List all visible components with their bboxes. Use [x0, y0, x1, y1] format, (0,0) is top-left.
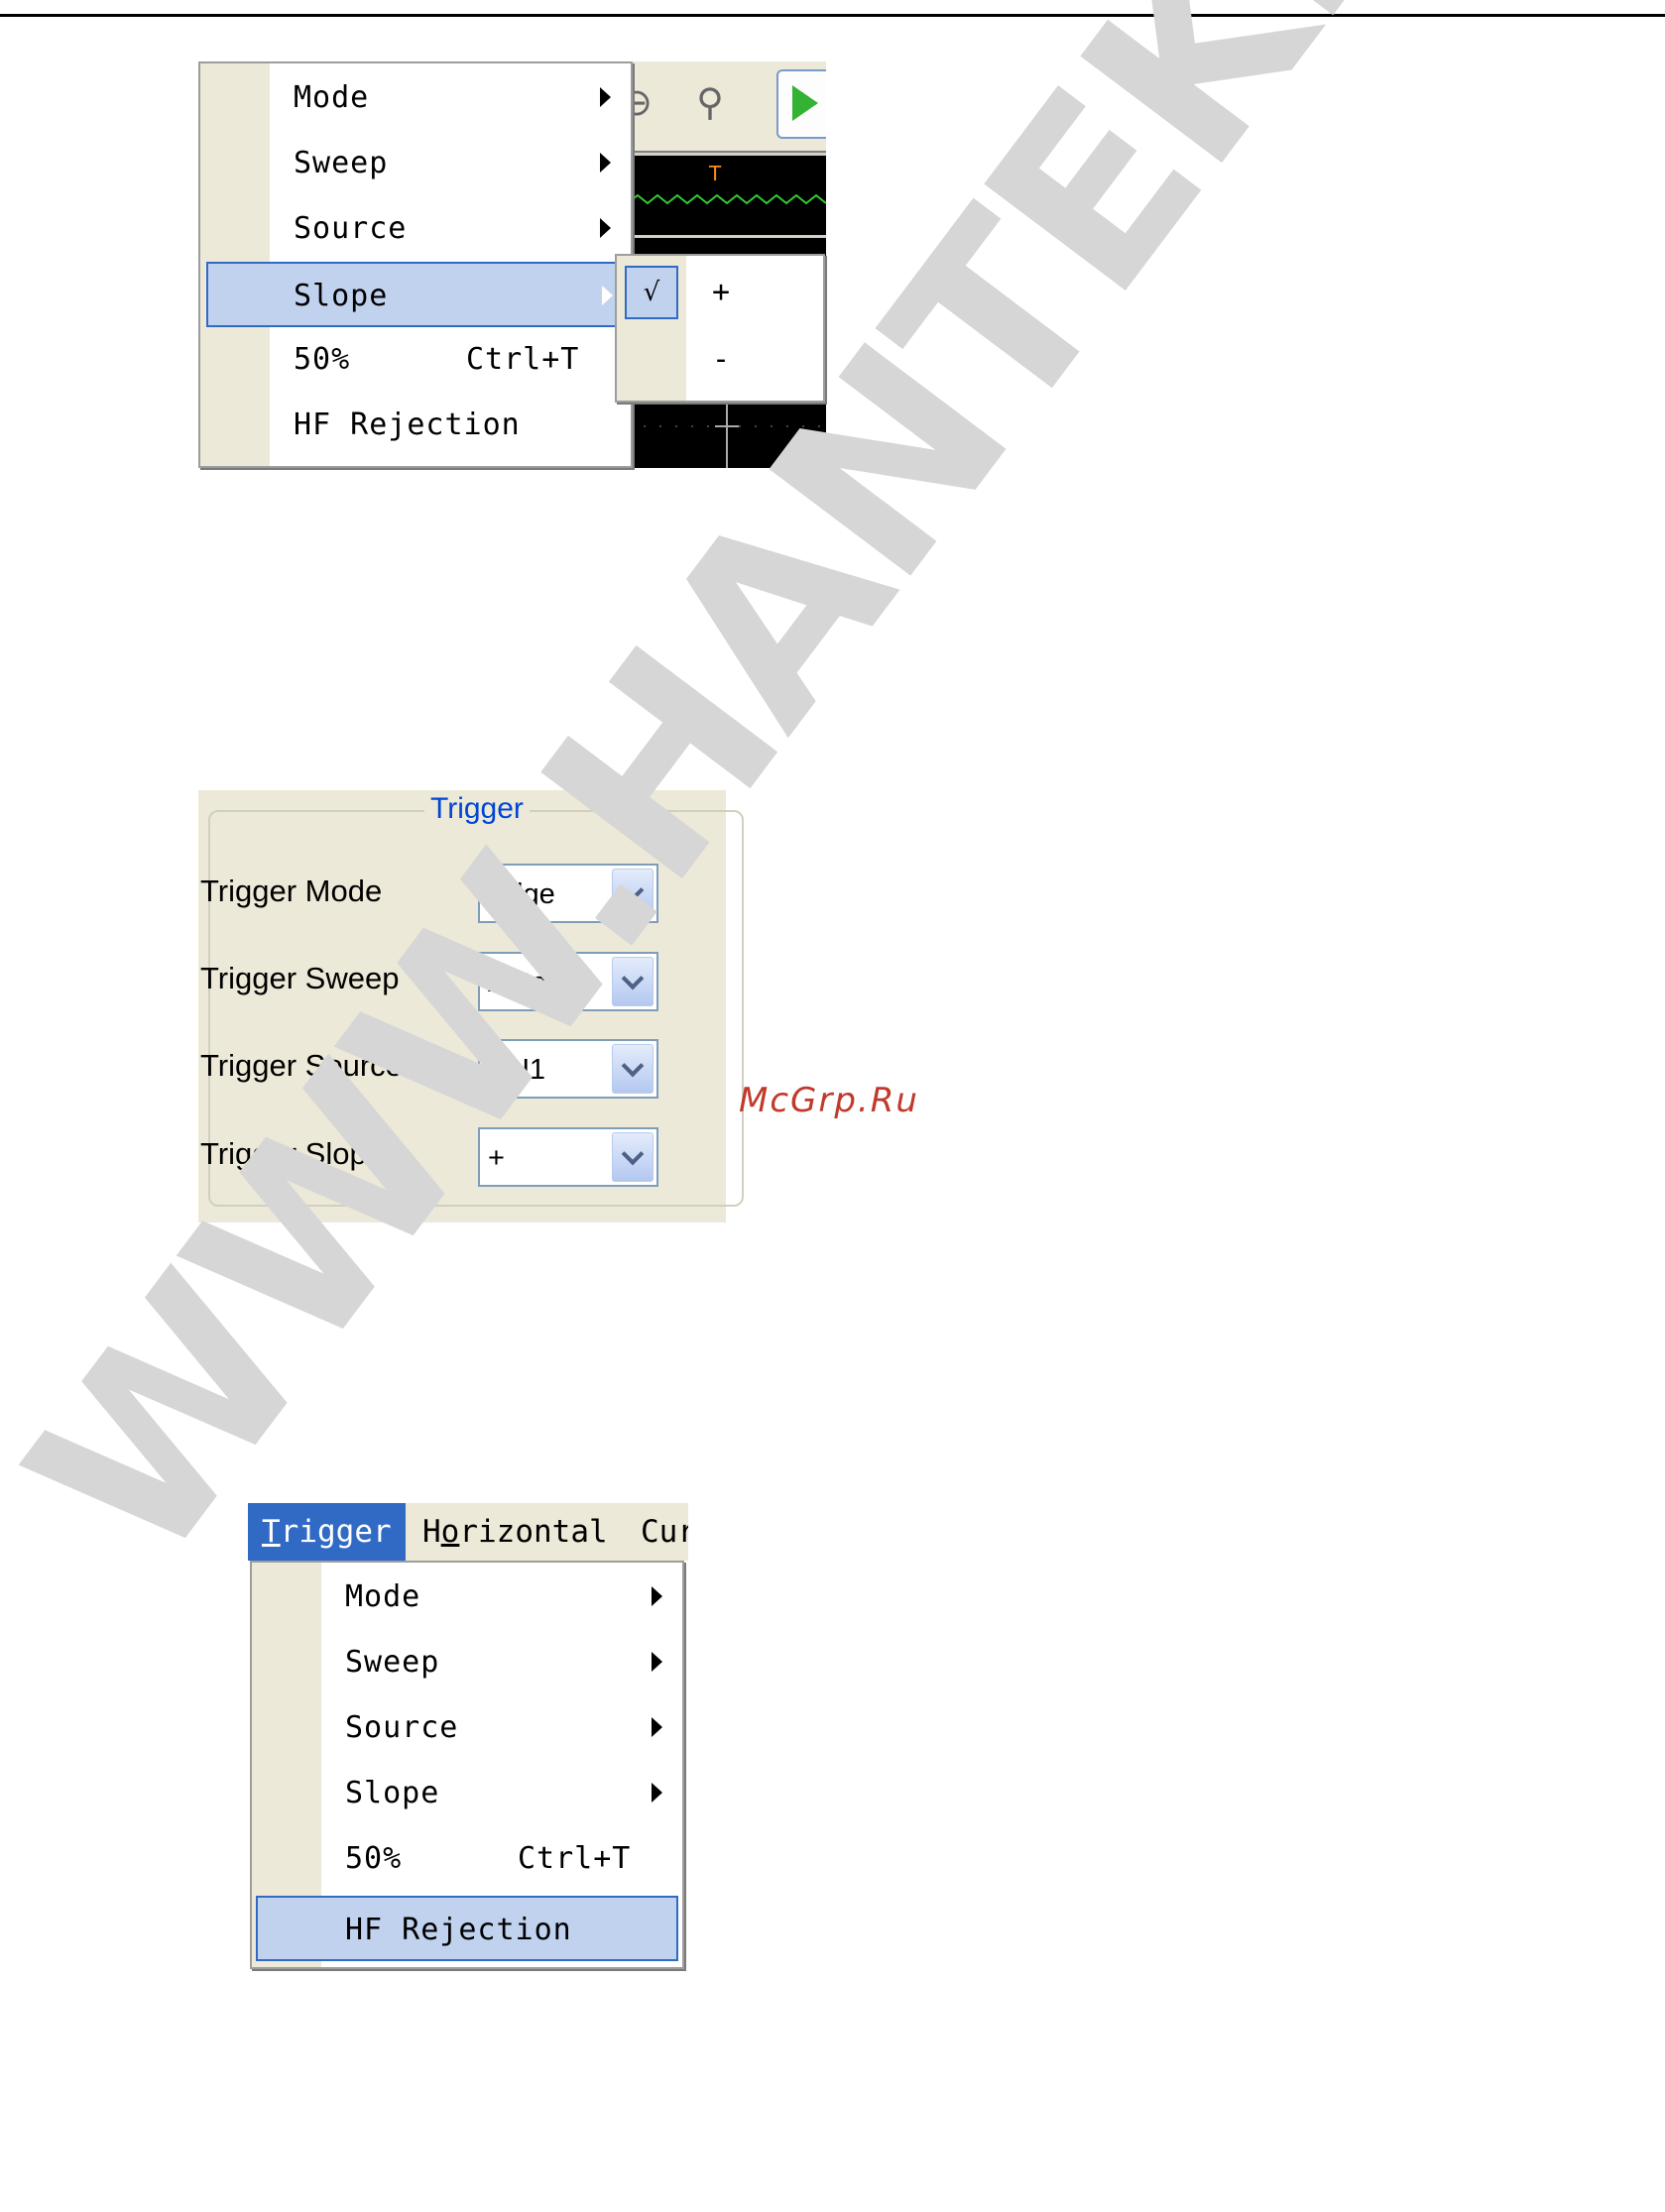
- menu-item-source[interactable]: Source: [252, 1695, 682, 1761]
- menubar-label: rizontal: [459, 1514, 608, 1550]
- menu-item-50-percent[interactable]: 50% Ctrl+T: [200, 327, 631, 393]
- menubar-label: H: [422, 1514, 441, 1550]
- menu-item-shortcut: Ctrl+T: [466, 342, 580, 377]
- submenu-arrow-icon: [602, 286, 613, 305]
- submenu-arrow-icon: [652, 1652, 662, 1672]
- chevron-down-icon: [621, 1054, 645, 1078]
- trigger-menu-slope: Mode Sweep Source Slope 50% Ctrl+T HF Re…: [198, 61, 635, 468]
- menu-item-label: Mode: [345, 1579, 421, 1614]
- submenu-arrow-icon: [652, 1783, 662, 1803]
- mnemonic: o: [440, 1514, 460, 1550]
- menu-item-label: 50%: [294, 342, 351, 377]
- menu-item-hf-rejection[interactable]: HF Rejection: [200, 393, 631, 458]
- menu-item-label: Sweep: [345, 1645, 440, 1680]
- submenu-arrow-icon: [600, 87, 611, 107]
- slope-submenu: √ + -: [615, 254, 825, 403]
- submenu-arrow-icon: [600, 153, 611, 173]
- chevron-down-icon: [621, 1142, 645, 1166]
- toolbar-row: ⊖ ⚲: [628, 61, 826, 153]
- zoom-in-icon[interactable]: ⚲: [687, 79, 733, 125]
- chevron-down-icon: [621, 967, 645, 990]
- check-mark-icon: √: [625, 266, 678, 319]
- trigger-sweep-label: Trigger Sweep: [200, 961, 400, 995]
- menu-item-mode[interactable]: Mode: [200, 65, 631, 131]
- submenu-arrow-icon: [652, 1717, 662, 1737]
- select-value: CH1: [488, 1054, 546, 1086]
- select-value: Auto: [488, 967, 547, 998]
- select-value: +: [488, 1142, 505, 1174]
- trigger-slope-label: Trigger Slope: [200, 1136, 384, 1171]
- submenu-item-label: -: [712, 342, 731, 377]
- menubar-horizontal[interactable]: Horizontal: [409, 1503, 622, 1561]
- menu-item-label: Slope: [345, 1776, 440, 1810]
- menu-item-label: HF Rejection: [294, 407, 521, 442]
- menubar-cursor[interactable]: Cur: [627, 1503, 688, 1561]
- menu-item-hf-rejection[interactable]: HF Rejection: [256, 1896, 678, 1961]
- menu-item-label: Sweep: [294, 146, 389, 180]
- trigger-source-select[interactable]: CH1: [478, 1039, 658, 1099]
- trigger-group-panel: Trigger Trigger Mode Edge Trigger Sweep …: [198, 790, 744, 1222]
- trigger-menu-hf: Mode Sweep Source Slope 50% Ctrl+T HF Re…: [250, 1561, 684, 1969]
- run-button[interactable]: [776, 69, 826, 139]
- trigger-mode-select[interactable]: Edge: [478, 864, 658, 923]
- page-top-rule: [0, 14, 1665, 17]
- select-value: Edge: [488, 878, 555, 910]
- menubar-trigger[interactable]: Trigger: [248, 1503, 406, 1561]
- trigger-source-label: Trigger Source: [200, 1048, 403, 1083]
- menu-item-label: Slope: [294, 279, 389, 313]
- group-title: Trigger: [424, 790, 530, 828]
- waveform-trace: [628, 193, 826, 205]
- menu-item-label: Mode: [294, 80, 370, 115]
- menu-item-sweep[interactable]: Sweep: [252, 1630, 682, 1695]
- trigger-sweep-select[interactable]: Auto: [478, 952, 658, 1011]
- slope-option-plus[interactable]: √ +: [617, 260, 823, 325]
- slope-option-minus[interactable]: -: [617, 327, 823, 393]
- dropdown-button[interactable]: [612, 1132, 654, 1182]
- menu-item-sweep[interactable]: Sweep: [200, 131, 631, 196]
- menu-bar: Trigger Horizontal Cur: [248, 1503, 688, 1561]
- menu-item-label: HF Rejection: [345, 1913, 572, 1947]
- dropdown-button[interactable]: [612, 869, 654, 918]
- menu-item-shortcut: Ctrl+T: [518, 1841, 632, 1876]
- scope-trigger-strip: T: [628, 156, 826, 235]
- trigger-slope-select[interactable]: +: [478, 1127, 658, 1187]
- submenu-arrow-icon: [652, 1586, 662, 1606]
- menu-item-label: Source: [345, 1710, 459, 1745]
- menu-item-label: Source: [294, 211, 408, 246]
- chevron-down-icon: [621, 878, 645, 902]
- menu-item-mode[interactable]: Mode: [252, 1565, 682, 1630]
- menubar-label: rigger: [280, 1514, 392, 1550]
- submenu-item-label: +: [712, 275, 731, 309]
- dropdown-button[interactable]: [612, 957, 654, 1006]
- menubar-label: Cur: [641, 1514, 688, 1550]
- dropdown-button[interactable]: [612, 1044, 654, 1094]
- menu-item-label: 50%: [345, 1841, 403, 1876]
- play-icon: [792, 85, 818, 121]
- menu-item-source[interactable]: Source: [200, 196, 631, 262]
- site-watermark: McGrp.Ru: [739, 1081, 919, 1120]
- submenu-arrow-icon: [600, 218, 611, 238]
- menu-item-slope[interactable]: Slope: [206, 262, 635, 327]
- trigger-mode-label: Trigger Mode: [200, 873, 383, 908]
- menu-item-50-percent[interactable]: 50% Ctrl+T: [252, 1826, 682, 1892]
- mnemonic: T: [262, 1514, 281, 1550]
- menu-item-slope[interactable]: Slope: [252, 1761, 682, 1826]
